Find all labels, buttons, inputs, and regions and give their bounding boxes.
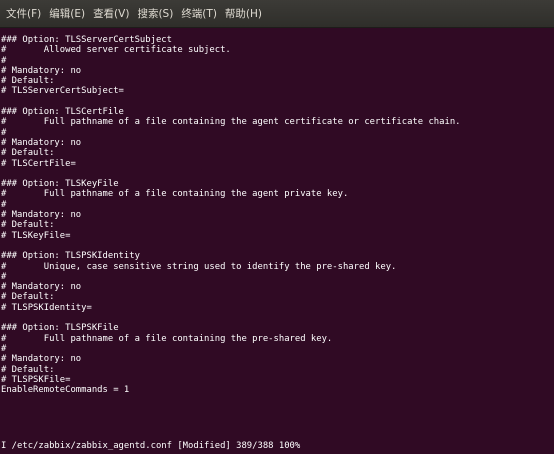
terminal-window: 文件(F) 编辑(E) 查看(V) 搜索(S) 终端(T) 帮助(H) ### … [0,0,554,454]
file-status-text: /etc/zabbix/zabbix_agentd.conf [Modified… [6,441,301,451]
menu-view[interactable]: 查看(V) [89,0,133,28]
terminal-line: # Default: [1,76,55,87]
menu-search[interactable]: 搜索(S) [133,0,177,28]
terminal-line: # Full pathname of a file containing the… [1,117,461,128]
terminal-line: # Mandatory: no [1,354,82,365]
terminal-content[interactable]: ### Option: TLSServerCertSubject # Allow… [1,35,553,454]
menu-terminal[interactable]: 终端(T) [177,0,221,28]
terminal-line: ### Option: TLSServerCertSubject [1,35,172,45]
terminal-line: ### Option: TLSKeyFile [1,179,119,190]
terminal-line: # Default: [1,148,55,159]
terminal-line: # Default: [1,220,55,231]
terminal-line: # [1,199,7,210]
menubar: 文件(F) 编辑(E) 查看(V) 搜索(S) 终端(T) 帮助(H) [0,0,554,28]
terminal-line: # Full pathname of a file containing the… [1,189,349,200]
terminal-line: # TLSServerCertSubject= [1,86,124,97]
terminal-line: # Full pathname of a file containing the… [1,333,333,344]
editor-status-line: I /etc/zabbix/zabbix_agentd.conf [Modifi… [1,441,553,451]
terminal-line: # Unique, case sensitive string used to … [1,261,397,272]
menu-edit[interactable]: 编辑(E) [45,0,89,28]
terminal-line: EnableRemoteCommands = 1 [1,385,130,396]
terminal-line: # Default: [1,292,55,303]
menu-file[interactable]: 文件(F) [2,0,45,28]
menu-help[interactable]: 帮助(H) [221,0,266,28]
terminal-line: ### Option: TLSCertFile [1,107,124,118]
terminal-line: ### Option: TLSPSKFile [1,323,119,334]
terminal-line: # [1,127,7,138]
terminal-line: # TLSPSKIdentity= [1,302,92,313]
terminal-line: # Default: [1,364,55,375]
terminal-line: # TLSPSKFile= [1,374,71,385]
terminal-line: # TLSCertFile= [1,158,76,169]
terminal-line: ### Option: TLSPSKIdentity [1,251,140,262]
terminal-line: # [1,271,7,282]
terminal-line: # TLSKeyFile= [1,230,71,241]
terminal-line: # Mandatory: no [1,210,82,221]
terminal-line: # [1,55,7,66]
terminal-line: # Mandatory: no [1,282,82,293]
terminal-line: # Mandatory: no [1,65,82,76]
terminal-line: # Allowed server certificate subject. [1,45,231,56]
terminal-line: # [1,343,7,354]
terminal-line: # Mandatory: no [1,137,82,148]
